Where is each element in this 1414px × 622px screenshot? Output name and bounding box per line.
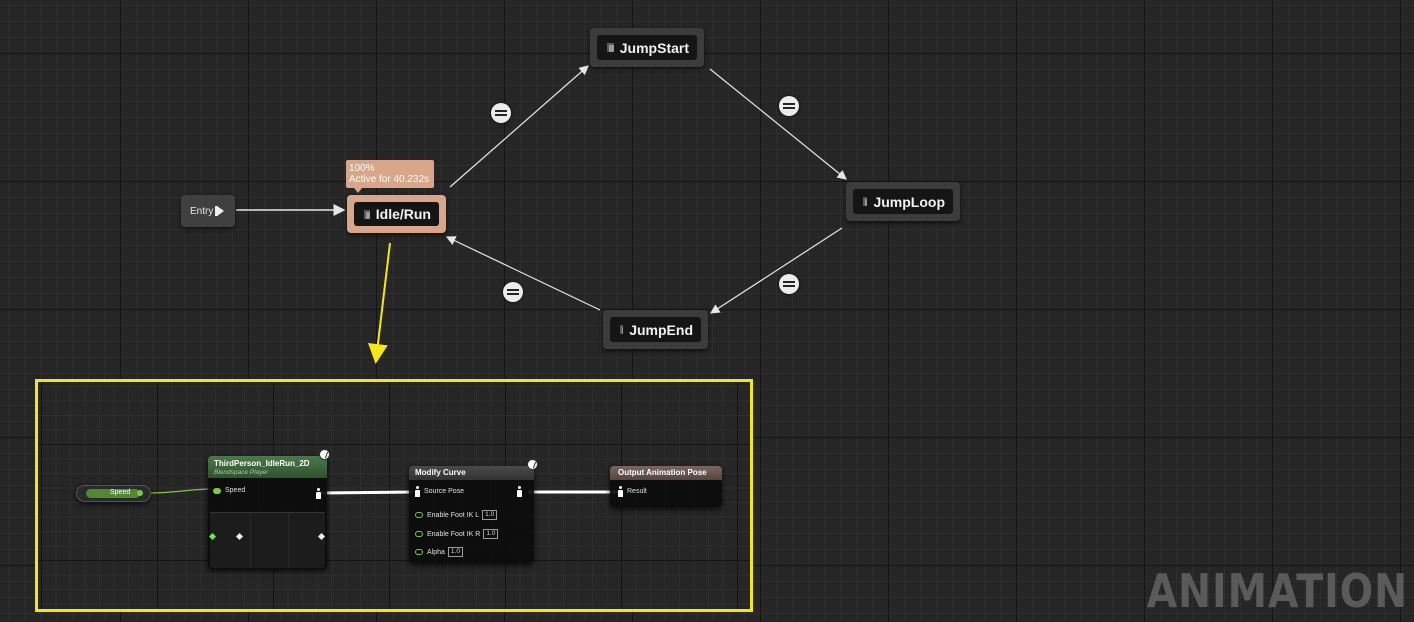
state-icon xyxy=(607,43,614,52)
float-pin-icon xyxy=(415,512,423,518)
sample-point-icon xyxy=(208,532,217,541)
param-label: Alpha xyxy=(427,548,445,556)
param-label: Enable Foot IK R xyxy=(427,530,481,538)
transition-rule-icon[interactable] xyxy=(779,96,799,116)
blendspace-title: ThirdPerson_IdleRun_2D xyxy=(214,459,310,468)
pin-label: Source Pose xyxy=(424,488,465,495)
wire-jumpstart-to-jumploop xyxy=(709,68,847,180)
param-value-field[interactable]: 1.0 xyxy=(483,529,499,539)
wire-jumpend-to-idle xyxy=(445,236,601,311)
callout-arrow xyxy=(367,242,391,364)
state-icon xyxy=(863,197,868,206)
pin-label: Result xyxy=(627,488,647,495)
entry-label: Entry xyxy=(190,205,214,217)
pose-output-pin-icon[interactable] xyxy=(517,486,522,497)
transition-rule-icon[interactable] xyxy=(779,274,799,294)
state-icon xyxy=(364,209,370,219)
entry-node[interactable]: Entry xyxy=(181,195,235,227)
modify-curve-title: Modify Curve xyxy=(409,466,534,480)
output-result-pin[interactable]: Result xyxy=(618,486,647,497)
param-alpha[interactable]: Alpha 1.0 xyxy=(415,547,463,557)
speed-variable-node[interactable]: Speed xyxy=(76,485,151,502)
param-label: Enable Foot IK L xyxy=(427,511,480,519)
sample-point-icon xyxy=(235,532,244,541)
transition-rule-icon[interactable] xyxy=(491,103,511,123)
blendspace-subtitle: Blendspace Player xyxy=(214,469,269,476)
wire-jumploop-to-jumpend xyxy=(709,227,843,314)
blendspace-player-node[interactable]: ThirdPerson_IdleRun_2D Blendspace Player… xyxy=(208,456,327,569)
state-jump-start[interactable]: JumpStart xyxy=(590,28,704,67)
blendspace-speed-pin[interactable]: Speed xyxy=(213,487,245,494)
pose-input-pin-icon xyxy=(415,486,420,497)
modify-curve-source-pin[interactable]: Source Pose xyxy=(415,486,464,497)
state-label: JumpLoop xyxy=(873,193,945,210)
output-node-title: Output Animation Pose xyxy=(610,466,722,480)
active-state-tooltip: 100% Active for 40.232s xyxy=(346,160,434,193)
wire-idle-to-jumpstart xyxy=(449,65,589,188)
float-pin-icon xyxy=(213,487,221,494)
state-icon xyxy=(620,325,624,334)
fast-path-icon xyxy=(527,459,538,470)
state-jump-loop[interactable]: JumpLoop xyxy=(846,182,960,221)
state-label: JumpEnd xyxy=(629,321,693,338)
state-jump-end[interactable]: JumpEnd xyxy=(603,310,708,349)
state-label: Idle/Run xyxy=(375,206,431,222)
entry-exec-icon xyxy=(215,206,225,216)
pose-output-pin-icon[interactable] xyxy=(316,488,321,499)
fast-path-icon xyxy=(319,449,330,460)
speed-output-pin[interactable] xyxy=(137,490,143,496)
tooltip-weight: 100% xyxy=(349,163,375,174)
sample-point-icon xyxy=(317,532,326,541)
param-value-field[interactable]: 1.0 xyxy=(482,510,498,520)
param-enable-foot-ik-l[interactable]: Enable Foot IK L 1.0 xyxy=(415,510,498,520)
float-pin-icon xyxy=(415,531,423,537)
graph-type-watermark: ANIMATION xyxy=(1146,564,1408,618)
float-pin-icon xyxy=(415,549,423,555)
param-value-field[interactable]: 1.0 xyxy=(447,547,463,557)
modify-curve-node[interactable]: Modify Curve Source Pose Enable Foot IK … xyxy=(409,466,534,563)
transition-rule-icon[interactable] xyxy=(503,282,523,302)
blendspace-preview xyxy=(208,512,326,568)
tooltip-active-time: Active for 40.232s xyxy=(349,174,430,185)
speed-variable-label: Speed xyxy=(110,489,131,496)
output-animation-pose-node[interactable]: Output Animation Pose Result xyxy=(610,466,722,507)
pin-label: Speed xyxy=(225,487,246,494)
state-idle-run[interactable]: Idle/Run xyxy=(347,195,446,233)
param-enable-foot-ik-r[interactable]: Enable Foot IK R 1.0 xyxy=(415,529,499,539)
state-graph-inset: Speed ThirdPerson_IdleRun_2D Blendspace … xyxy=(35,379,753,612)
pose-input-pin-icon xyxy=(618,486,623,497)
state-label: JumpStart xyxy=(619,39,689,56)
